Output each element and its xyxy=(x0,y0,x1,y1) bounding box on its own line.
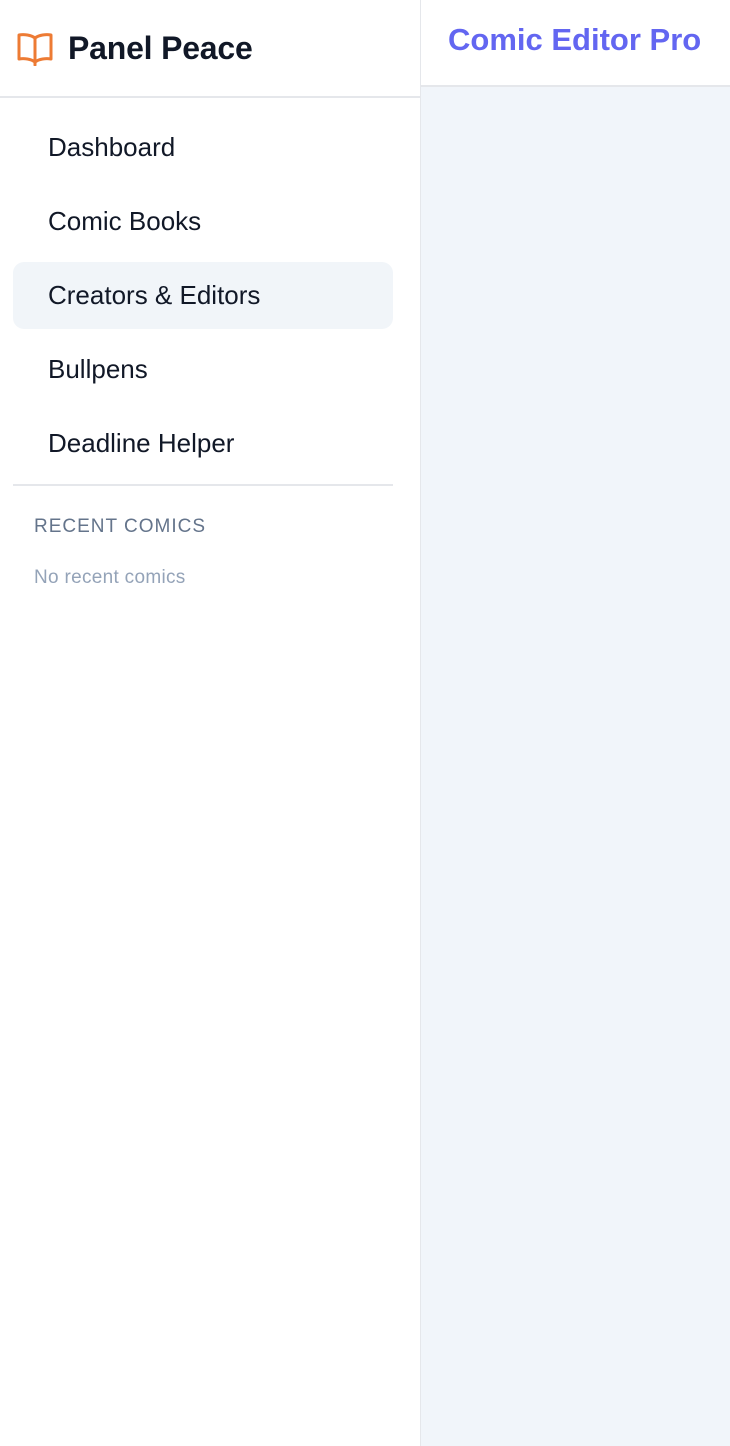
sidebar-item-creators-editors[interactable]: Creators & Editors xyxy=(13,262,393,329)
sidebar-item-label: Deadline Helper xyxy=(48,428,235,458)
open-book-icon xyxy=(16,30,54,66)
recent-comics-header: RECENT COMICS xyxy=(34,516,207,537)
sidebar-item-label: Dashboard xyxy=(48,132,176,162)
recent-comics-empty-state: No recent comics xyxy=(34,567,186,588)
sidebar-item-label: Comic Books xyxy=(48,206,202,236)
sidebar-item-deadline-helper[interactable]: Deadline Helper xyxy=(13,410,393,477)
sidebar-item-label: Bullpens xyxy=(48,354,148,384)
app-shell: Panel Peace Dashboard Comic Books Creato… xyxy=(0,0,730,1446)
main-content: Comic Editor Pro xyxy=(421,0,730,1446)
sidebar-item-dashboard[interactable]: Dashboard xyxy=(13,114,393,181)
brand-name: Panel Peace xyxy=(68,29,253,66)
sidebar-item-label: Creators & Editors xyxy=(48,280,261,310)
sidebar-item-bullpens[interactable]: Bullpens xyxy=(13,336,393,403)
brand-header[interactable]: Panel Peace xyxy=(0,0,420,98)
sidebar-item-comic-books[interactable]: Comic Books xyxy=(13,188,393,255)
sidebar: Panel Peace Dashboard Comic Books Creato… xyxy=(0,0,421,1446)
top-bar: Comic Editor Pro xyxy=(421,0,730,87)
sidebar-nav: Dashboard Comic Books Creators & Editors… xyxy=(0,98,420,477)
app-title: Comic Editor Pro xyxy=(448,22,702,57)
